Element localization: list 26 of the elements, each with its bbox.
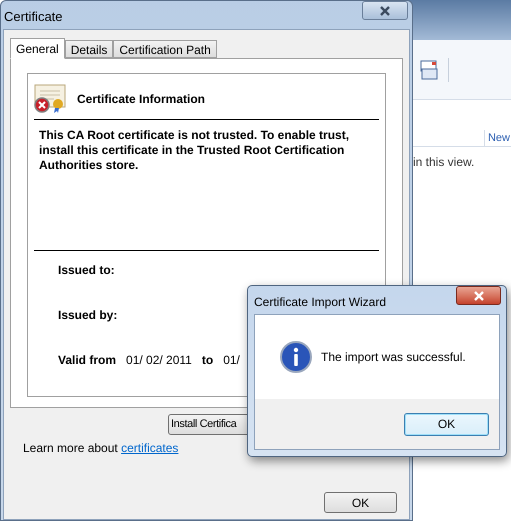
tab[interactable]: Details <box>64 40 114 58</box>
section-heading: Certificate Information <box>77 90 206 108</box>
valid-from-date: 01/ 02/ 2011 <box>126 352 192 369</box>
close-button[interactable] <box>456 286 501 305</box>
certificates-link[interactable]: certificates <box>121 441 178 455</box>
field-label: Issued by: <box>58 307 118 324</box>
dialog-title: Certificate Import Wizard <box>254 294 386 311</box>
tab[interactable]: Certification Path <box>113 40 217 58</box>
window-title: Certificate <box>4 8 63 26</box>
envelope-stack-icon[interactable] <box>420 60 438 80</box>
field-label: Issued to: <box>58 262 116 279</box>
validity-to-label: to <box>202 352 214 369</box>
tab[interactable]: General <box>10 38 65 59</box>
close-icon <box>472 290 484 300</box>
valid-to-date: 01/ <box>223 352 240 369</box>
dialog-message: The import was successful. <box>321 349 466 366</box>
ok-button[interactable]: OK <box>324 492 397 513</box>
empty-view-message: in this view. <box>412 154 476 171</box>
information-icon <box>280 341 312 373</box>
column-header[interactable]: New <box>484 130 511 146</box>
close-button[interactable] <box>362 1 408 20</box>
dialog-ok-button[interactable]: OK <box>404 412 489 436</box>
certificate-error-icon <box>34 84 67 113</box>
validity-label: Valid from <box>58 352 116 369</box>
close-icon <box>379 6 391 16</box>
trust-warning: This CA Root certificate is not trusted. To enable trust, install this certificate in the Trusted Root Certification Authorities store. <box>34 120 379 251</box>
